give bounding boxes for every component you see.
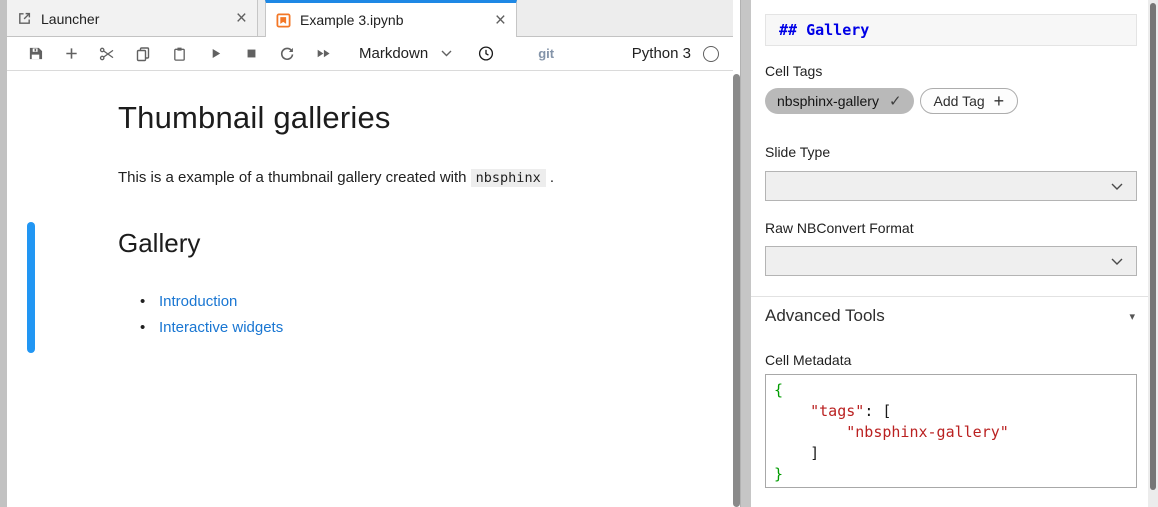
tab-label: Example 3.ipynb	[300, 12, 404, 28]
advanced-tools-title: Advanced Tools	[765, 306, 885, 326]
cut-cells-button[interactable]	[99, 46, 115, 62]
tab-example3-notebook[interactable]: Example 3.ipynb ×	[265, 0, 517, 37]
slide-type-label: Slide Type	[765, 144, 1137, 160]
panel-splitter[interactable]	[740, 0, 751, 507]
kernel-status-icon[interactable]	[703, 46, 719, 62]
copy-cells-button[interactable]	[135, 46, 151, 62]
tab-bar: Launcher × Example 3.ipynb ×	[7, 0, 733, 37]
advanced-tools-header[interactable]: Advanced Tools ▾	[765, 306, 1137, 326]
tag-label: nbsphinx-gallery	[777, 93, 879, 109]
notebook-dock-panel: Launcher × Example 3.ipynb ×	[7, 0, 733, 507]
clipboard-icon	[172, 46, 187, 62]
close-tab-icon[interactable]: ×	[495, 11, 506, 30]
markdown-paragraph: This is a example of a thumbnail gallery…	[118, 169, 554, 186]
fast-forward-icon	[315, 46, 331, 61]
notebook-scrollbar[interactable]	[733, 74, 740, 507]
restart-kernel-button[interactable]	[279, 46, 295, 62]
raw-nbconvert-format-select[interactable]	[765, 246, 1137, 276]
kernel-name: Python 3	[632, 45, 691, 62]
notebook-content: Thumbnail galleries This is a example of…	[7, 71, 733, 507]
tab-launcher[interactable]: Launcher ×	[7, 0, 258, 37]
raw-nbconvert-format-label: Raw NBConvert Format	[765, 220, 1137, 236]
clock-icon	[478, 45, 494, 62]
collapse-caret-icon: ▾	[1129, 310, 1135, 323]
cell-type-dropdown[interactable]: Markdown	[359, 45, 452, 62]
link-interactive-widgets[interactable]: Interactive widgets	[159, 319, 283, 336]
execution-time-button[interactable]	[478, 46, 494, 62]
left-edge-strip	[0, 0, 7, 507]
close-tab-icon[interactable]: ×	[236, 9, 247, 28]
chevron-down-icon	[1111, 258, 1123, 265]
run-all-button[interactable]	[315, 46, 331, 62]
code-line: ]	[774, 443, 1136, 464]
code-line: "nbsphinx-gallery"	[774, 422, 1136, 443]
list-item: • Interactive widgets	[138, 315, 283, 341]
add-tag-label: Add Tag	[934, 93, 985, 109]
notebook-icon	[276, 13, 291, 28]
plus-icon	[64, 46, 79, 61]
launcher-icon	[17, 11, 32, 26]
add-tag-button[interactable]: Add Tag +	[920, 88, 1019, 114]
git-label: git	[538, 46, 554, 61]
code-line: }	[774, 464, 1136, 485]
copy-icon	[135, 46, 151, 62]
notebook-toolbar: Markdown git Python 3	[7, 37, 733, 71]
inline-code-span: nbsphinx	[471, 169, 546, 187]
link-introduction[interactable]: Introduction	[159, 293, 237, 310]
inspector-scrollbar-track[interactable]	[1148, 0, 1158, 507]
cell-type-value: Markdown	[359, 45, 428, 62]
property-inspector-panel: ## Gallery Cell Tags nbsphinx-gallery ✓ …	[751, 0, 1148, 507]
selected-cell-indicator	[27, 222, 35, 353]
check-icon: ✓	[889, 92, 902, 110]
restart-icon	[279, 46, 295, 62]
bullet-icon: •	[140, 315, 145, 341]
gallery-link-list: • Introduction • Interactive widgets	[138, 289, 283, 341]
tag-nbsphinx-gallery[interactable]: nbsphinx-gallery ✓	[765, 88, 914, 114]
cell-metadata-editor[interactable]: { "tags": [ "nbsphinx-gallery" ] }	[765, 374, 1137, 488]
scissors-icon	[99, 46, 115, 62]
markdown-heading-2: Gallery	[118, 227, 200, 261]
cell-source-preview: ## Gallery	[765, 14, 1137, 46]
list-item: • Introduction	[138, 289, 283, 315]
section-divider	[751, 296, 1148, 297]
plus-icon: +	[994, 92, 1005, 110]
chevron-down-icon	[1111, 183, 1123, 190]
markdown-heading-1: Thumbnail galleries	[118, 98, 391, 138]
cell-tags-row: nbsphinx-gallery ✓ Add Tag +	[765, 88, 1137, 114]
run-icon	[208, 46, 223, 61]
save-icon	[28, 46, 43, 61]
cell-tags-label: Cell Tags	[765, 63, 1137, 79]
code-line: "tags": [	[774, 401, 1136, 422]
jupyterlab-window: Launcher × Example 3.ipynb ×	[0, 0, 1158, 507]
paragraph-text-end: .	[546, 169, 554, 186]
paste-cells-button[interactable]	[171, 46, 187, 62]
cell-source-text: ## Gallery	[779, 21, 869, 39]
slide-type-select[interactable]	[765, 171, 1137, 201]
add-cell-button[interactable]	[63, 46, 79, 62]
bullet-icon: •	[140, 289, 145, 315]
tab-label: Launcher	[41, 11, 99, 27]
chevron-down-icon	[441, 50, 452, 57]
interrupt-kernel-button[interactable]	[243, 46, 259, 62]
code-line: {	[774, 380, 1136, 401]
paragraph-text: This is a example of a thumbnail gallery…	[118, 169, 471, 186]
inspector-scrollbar-thumb[interactable]	[1150, 3, 1156, 490]
run-cell-button[interactable]	[207, 46, 223, 62]
cell-metadata-label: Cell Metadata	[765, 352, 1137, 368]
stop-icon	[244, 46, 259, 61]
save-button[interactable]	[27, 46, 43, 62]
